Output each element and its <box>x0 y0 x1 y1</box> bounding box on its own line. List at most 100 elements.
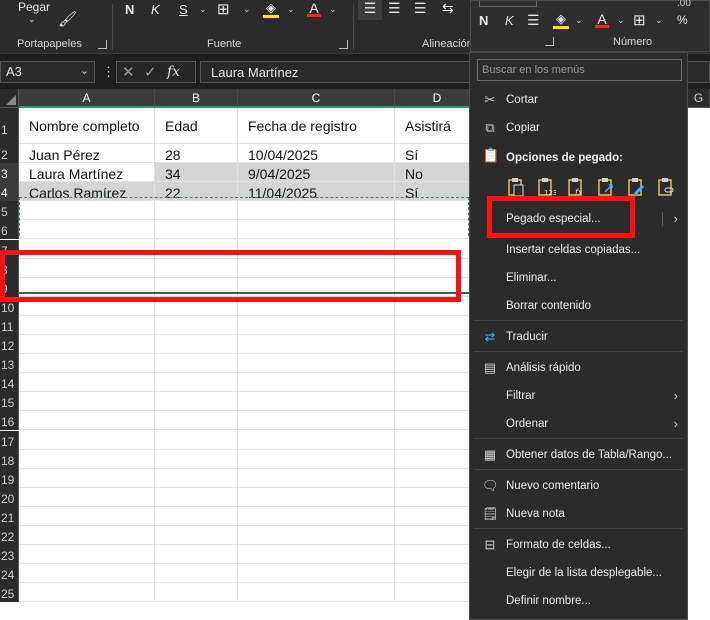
enter-icon[interactable]: ✓ <box>144 63 157 81</box>
cell[interactable] <box>238 411 395 431</box>
column-header-d[interactable]: D <box>395 89 480 108</box>
row-header[interactable]: 1 <box>0 108 19 144</box>
cell[interactable] <box>395 392 480 412</box>
cell[interactable] <box>155 354 238 374</box>
font-color-dropdown-icon[interactable]: ⌄ <box>329 4 337 15</box>
cell[interactable] <box>19 373 155 393</box>
font-color-icon[interactable]: A <box>307 0 321 17</box>
column-header-b[interactable]: B <box>155 89 238 108</box>
column-header-c[interactable]: C <box>238 89 395 108</box>
row-header[interactable]: 14 <box>0 373 19 393</box>
column-header-a[interactable]: A <box>19 89 155 108</box>
cell[interactable] <box>238 335 395 355</box>
row-header[interactable]: 2 <box>0 144 19 164</box>
row-header[interactable]: 25 <box>0 583 19 603</box>
cell[interactable] <box>395 449 480 469</box>
fill-color-dropdown-icon[interactable]: ⌄ <box>287 4 295 15</box>
cell[interactable] <box>19 354 155 374</box>
cell[interactable] <box>395 354 480 374</box>
underline-dropdown-icon[interactable]: ⌄ <box>199 4 207 15</box>
row-header[interactable]: 11 <box>0 315 19 335</box>
menu-item-formato-celdas[interactable]: ⊟ Formato de celdas... <box>470 532 687 558</box>
alignment-launcher-icon[interactable] <box>545 37 554 46</box>
bold-button[interactable]: N <box>125 2 134 17</box>
row-header[interactable]: 22 <box>0 526 19 546</box>
row-header[interactable]: 5 <box>0 201 19 221</box>
cell[interactable] <box>19 468 155 488</box>
mini-bold-button[interactable]: N <box>479 13 488 28</box>
cell[interactable] <box>238 392 395 412</box>
cell[interactable] <box>155 564 238 584</box>
fill-color-icon[interactable]: ◈ <box>263 0 279 18</box>
cell[interactable] <box>19 335 155 355</box>
row-header[interactable]: 19 <box>0 468 19 488</box>
cell[interactable] <box>155 506 238 526</box>
cell[interactable] <box>155 526 238 546</box>
italic-button[interactable]: K <box>151 2 160 17</box>
menu-item-obtener-datos[interactable]: ▦ Obtener datos de Tabla/Rango... <box>470 442 687 468</box>
cell[interactable] <box>155 468 238 488</box>
menu-item-cortar[interactable]: ✂ Cortar <box>470 87 687 113</box>
cell[interactable] <box>155 430 238 450</box>
merge-icon[interactable]: ⇆ <box>442 0 454 17</box>
cell[interactable] <box>238 449 395 469</box>
cell[interactable] <box>395 373 480 393</box>
cancel-icon[interactable]: ✕ <box>122 63 135 81</box>
cell[interactable]: 9/04/2025 <box>238 163 395 183</box>
row-header[interactable]: 3 <box>0 163 19 183</box>
cell[interactable]: 34 <box>155 163 238 183</box>
name-box-dropdown-icon[interactable]: ⌄ <box>80 64 89 77</box>
cell[interactable] <box>395 564 480 584</box>
borders-icon[interactable]: ⊞ <box>217 0 230 18</box>
borders-dropdown-icon[interactable]: ⌄ <box>243 4 251 15</box>
cell[interactable]: 10/04/2025 <box>238 144 395 164</box>
cell[interactable] <box>395 430 480 450</box>
menu-item-insertar-celdas[interactable]: Insertar celdas copiadas... <box>470 237 687 263</box>
cell[interactable] <box>155 487 238 507</box>
menu-item-elegir-lista[interactable]: Elegir de la lista desplegable... <box>470 560 687 586</box>
name-box[interactable]: A3 ⌄ <box>0 61 95 83</box>
menu-item-eliminar[interactable]: Eliminar... <box>470 265 687 291</box>
mini-fill-color-icon[interactable]: ◈ <box>553 11 569 29</box>
row-header[interactable]: 24 <box>0 564 19 584</box>
insert-function-icon[interactable]: fx <box>167 64 180 80</box>
cell[interactable] <box>395 315 480 335</box>
cell[interactable] <box>155 583 238 603</box>
menu-item-definir-nombre[interactable]: Definir nombre... <box>470 588 687 614</box>
cell[interactable] <box>238 430 395 450</box>
row-header[interactable]: 18 <box>0 449 19 469</box>
row-header[interactable]: 20 <box>0 487 19 507</box>
cell[interactable]: Juan Pérez <box>19 144 155 164</box>
underline-button[interactable]: S <box>179 2 188 17</box>
cell[interactable] <box>19 545 155 565</box>
cell[interactable] <box>395 583 480 603</box>
font-name-box[interactable] <box>479 1 537 7</box>
cell[interactable] <box>19 487 155 507</box>
row-header[interactable]: 4 <box>0 182 19 202</box>
cell[interactable] <box>19 583 155 603</box>
select-all-corner[interactable] <box>0 89 19 108</box>
menu-item-traducir[interactable]: ⇄ Traducir <box>470 324 687 350</box>
cell[interactable]: Edad <box>155 108 238 144</box>
cell[interactable] <box>155 392 238 412</box>
menu-search-input[interactable]: Buscar en los menús <box>477 59 682 81</box>
row-header[interactable]: 16 <box>0 411 19 431</box>
cell[interactable]: Fecha de registro <box>238 108 395 144</box>
cell[interactable] <box>19 564 155 584</box>
mini-font-color-dropdown-icon[interactable]: ⌄ <box>617 15 625 26</box>
menu-item-ordenar[interactable]: Ordenar › <box>470 411 687 437</box>
cell[interactable] <box>238 315 395 335</box>
formula-bar-menu-icon[interactable]: ⋮ <box>102 64 115 80</box>
cell[interactable] <box>395 506 480 526</box>
row-header[interactable]: 21 <box>0 506 19 526</box>
decimal-icon[interactable]: .00 <box>677 0 691 9</box>
cell[interactable] <box>155 315 238 335</box>
cell[interactable] <box>155 373 238 393</box>
cell[interactable] <box>238 487 395 507</box>
clipboard-launcher-icon[interactable] <box>98 40 107 49</box>
menu-item-nuevo-comentario[interactable]: 🗨 Nuevo comentario <box>470 473 687 499</box>
cell[interactable]: 28 <box>155 144 238 164</box>
cell[interactable] <box>155 411 238 431</box>
cell[interactable] <box>238 564 395 584</box>
cell[interactable] <box>155 449 238 469</box>
